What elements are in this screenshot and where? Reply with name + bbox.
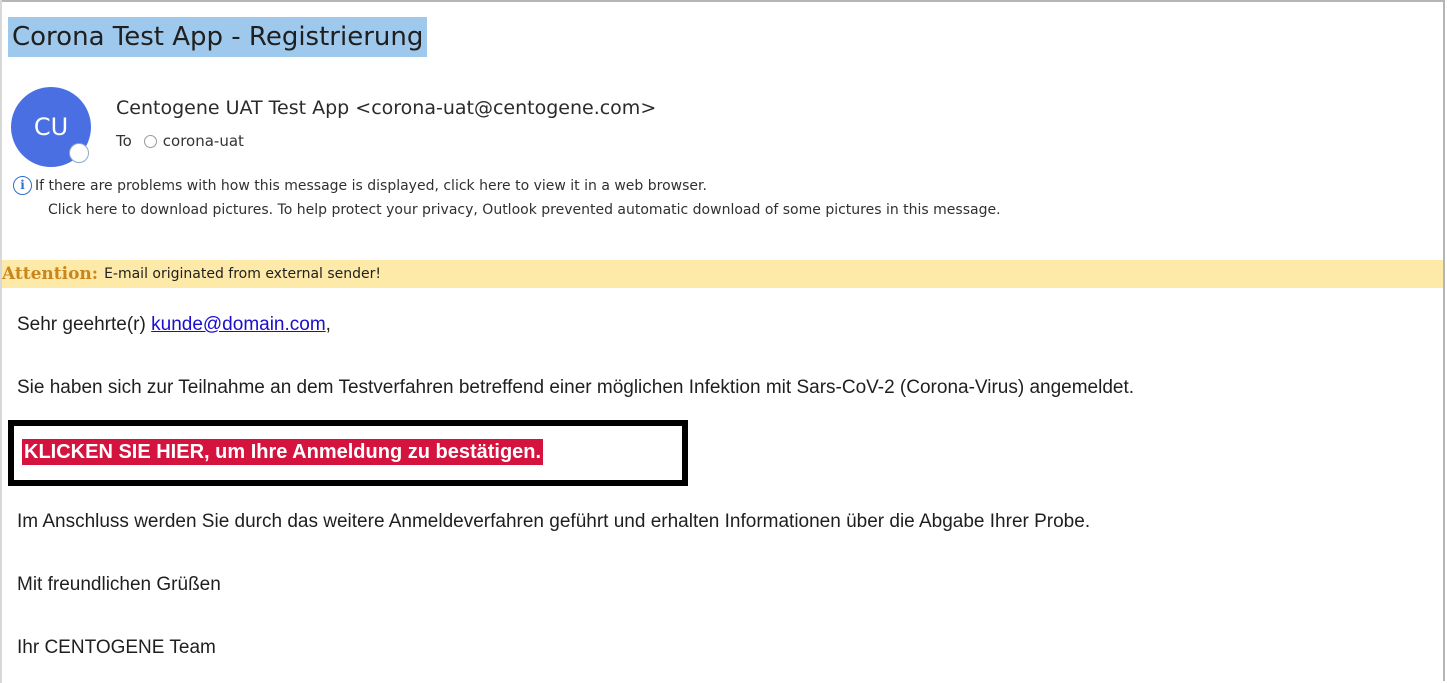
signature: Ihr CENTOGENE Team xyxy=(17,637,216,658)
greeting: Sehr geehrte(r) kunde@domain.com, xyxy=(17,313,331,337)
avatar-initials: CU xyxy=(33,113,69,141)
greeting-prefix: Sehr geehrte(r) xyxy=(17,314,152,335)
sender-name[interactable]: Centogene UAT Test App <corona-uat@cento… xyxy=(116,95,656,121)
left-divider xyxy=(0,0,2,683)
cta-highlight-box: KLICKEN SIE HIER, um Ihre Anmeldung zu b… xyxy=(8,420,688,486)
recipient-row: To corona-uat xyxy=(116,131,244,151)
view-in-browser-notice[interactable]: If there are problems with how this mess… xyxy=(35,177,707,195)
presence-status-icon xyxy=(69,143,89,163)
banner-label: Attention: xyxy=(2,264,99,284)
closing-line: Mit freundlichen Grüßen xyxy=(17,574,221,595)
info-icon: i xyxy=(13,176,32,195)
banner-message: E-mail originated from external sender! xyxy=(104,266,382,282)
email-subject: Corona Test App - Registrierung xyxy=(8,17,428,57)
confirm-registration-link[interactable]: KLICKEN SIE HIER, um Ihre Anmeldung zu b… xyxy=(22,439,544,465)
customer-email-link[interactable]: kunde@domain.com xyxy=(151,314,326,335)
download-pictures-notice[interactable]: Click here to download pictures. To help… xyxy=(48,201,1001,219)
body-paragraph-registration: Sie haben sich zur Teilnahme an dem Test… xyxy=(17,377,1135,398)
body-paragraph-next-steps: Im Anschluss werden Sie durch das weiter… xyxy=(17,511,1091,532)
to-label: To xyxy=(116,132,132,150)
recipient-presence-icon xyxy=(143,134,157,148)
recipient-name[interactable]: corona-uat xyxy=(163,131,244,151)
external-sender-banner: Attention: E-mail originated from extern… xyxy=(2,260,1443,288)
greeting-suffix: , xyxy=(325,314,331,335)
